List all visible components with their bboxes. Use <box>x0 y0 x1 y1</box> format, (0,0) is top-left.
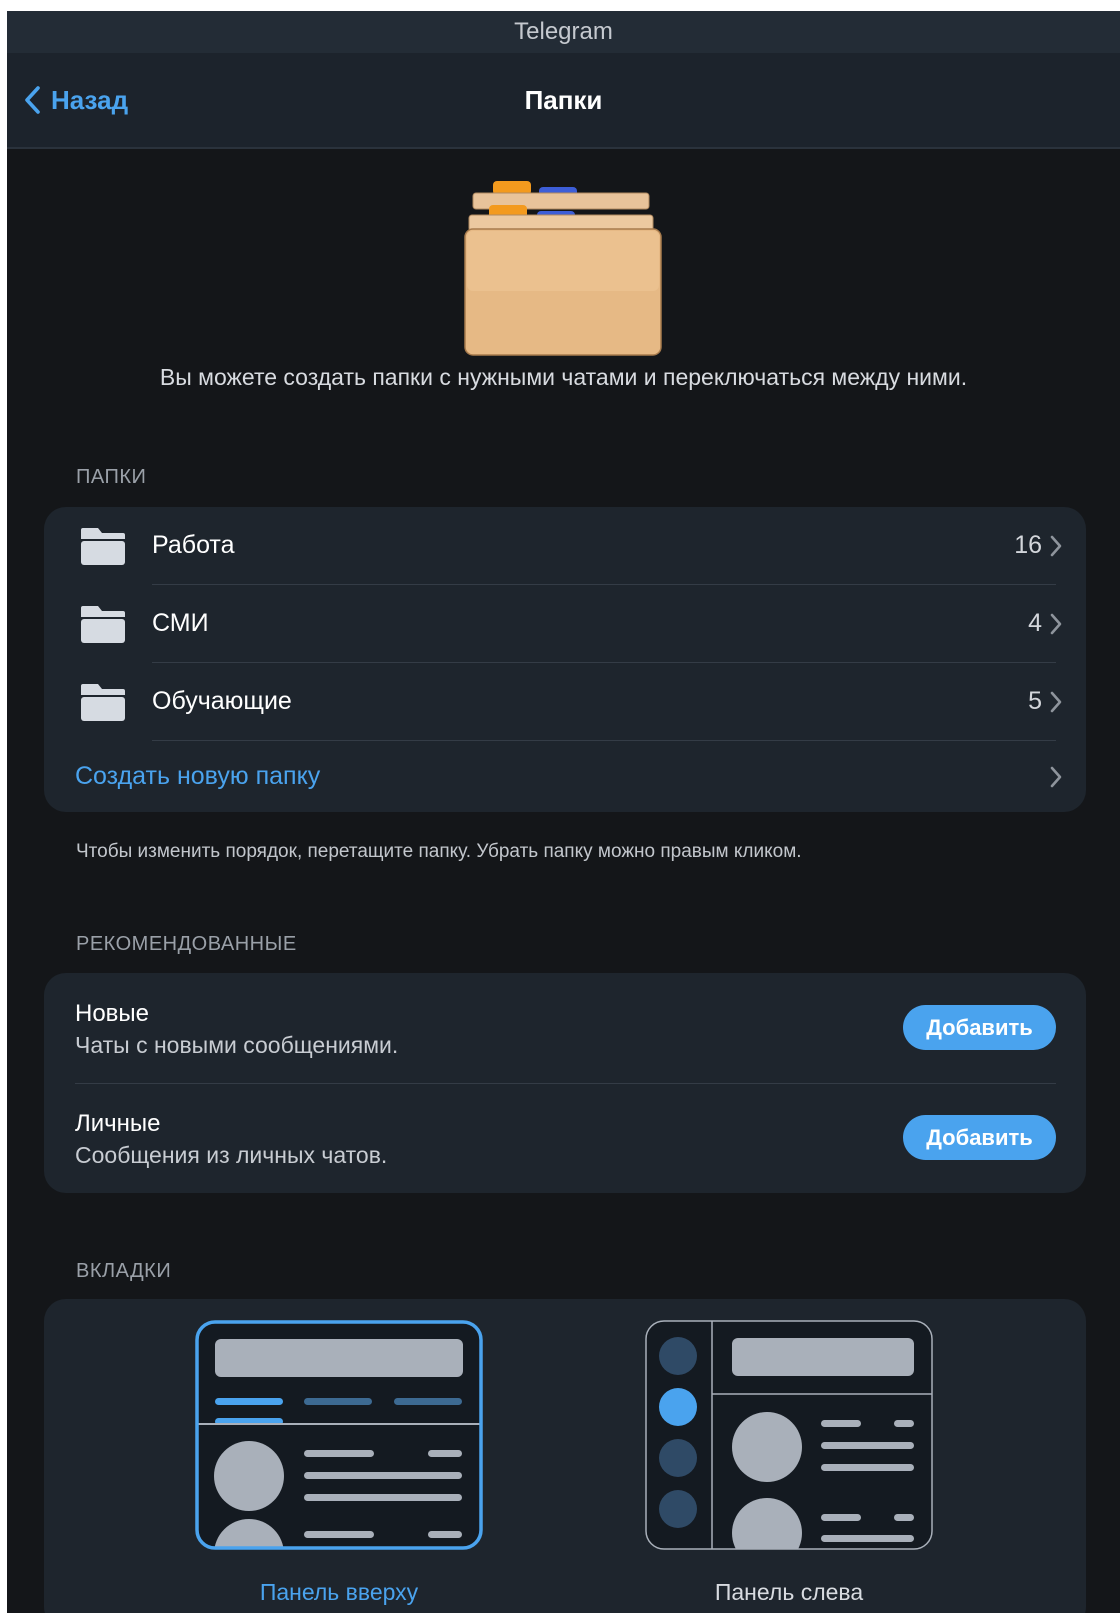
recommended-title: Новые <box>75 1000 150 1027</box>
add-button[interactable]: Добавить <box>903 1005 1056 1050</box>
tabs-section-header: ВКЛАДКИ <box>76 1260 172 1282</box>
tab-layout-left-option[interactable]: Панель слева <box>644 1319 934 1613</box>
folder-row-education[interactable]: Обучающие 5 <box>44 663 1086 740</box>
folder-row-work[interactable]: Работа 16 <box>44 507 1086 584</box>
recommended-title: Личные <box>75 1110 161 1137</box>
layout-top-preview-icon <box>195 1320 483 1550</box>
tab-layout-left-label: Панель слева <box>714 1579 864 1605</box>
folder-row-media[interactable]: СМИ 4 <box>44 585 1086 662</box>
tab-layout-top-label: Панель вверху <box>259 1579 419 1605</box>
recommended-card: Новые Чаты с новыми сообщениями. Добавит… <box>44 973 1086 1193</box>
folders-card: Работа 16 СМИ 4 Обучающие 5 Создать нову… <box>44 507 1086 812</box>
folder-label: Работа <box>152 531 235 559</box>
recommended-section-header: РЕКОМЕНДОВАННЫЕ <box>76 933 297 955</box>
create-folder-row[interactable]: Создать новую папку <box>44 741 1086 812</box>
add-button[interactable]: Добавить <box>903 1115 1056 1160</box>
recommended-item-personal: Личные Сообщения из личных чатов. Добави… <box>44 1084 1086 1193</box>
folder-label: Обучающие <box>152 687 292 715</box>
layout-left-preview-icon <box>645 1320 933 1550</box>
intro-text: Вы можете создать папки с нужными чатами… <box>159 364 968 390</box>
chevron-right-icon <box>1050 535 1062 556</box>
folder-icon <box>81 605 125 643</box>
recommended-subtitle: Сообщения из личных чатов. <box>75 1142 388 1168</box>
folder-label: СМИ <box>152 609 209 637</box>
folders-hint: Чтобы изменить порядок, перетащите папку… <box>76 841 802 862</box>
app-window: Telegram Назад Папки Вы можете создать п… <box>7 11 1120 1613</box>
chevron-right-icon <box>1050 613 1062 634</box>
navigation-bar: Назад Папки <box>7 53 1120 149</box>
folders-illustration <box>464 181 662 356</box>
recommended-item-new: Новые Чаты с новыми сообщениями. Добавит… <box>44 973 1086 1083</box>
folders-section-header: ПАПКИ <box>76 466 147 488</box>
chevron-right-icon <box>1050 691 1062 712</box>
folder-count: 16 <box>1014 531 1042 559</box>
tabs-card: Панель вверху Панель слева <box>44 1299 1086 1613</box>
folder-count: 5 <box>1028 687 1042 715</box>
recommended-subtitle: Чаты с новыми сообщениями. <box>75 1032 399 1058</box>
page-title: Папки <box>524 84 603 115</box>
folder-icon <box>81 527 125 565</box>
window-titlebar: Telegram <box>7 11 1120 53</box>
folder-icon <box>81 683 125 721</box>
chevron-right-icon <box>1050 766 1062 787</box>
folder-count: 4 <box>1028 609 1042 637</box>
tab-layout-top-option[interactable]: Панель вверху <box>194 1319 484 1613</box>
window-title: Telegram <box>514 18 613 45</box>
create-folder-label: Создать новую папку <box>75 762 321 790</box>
